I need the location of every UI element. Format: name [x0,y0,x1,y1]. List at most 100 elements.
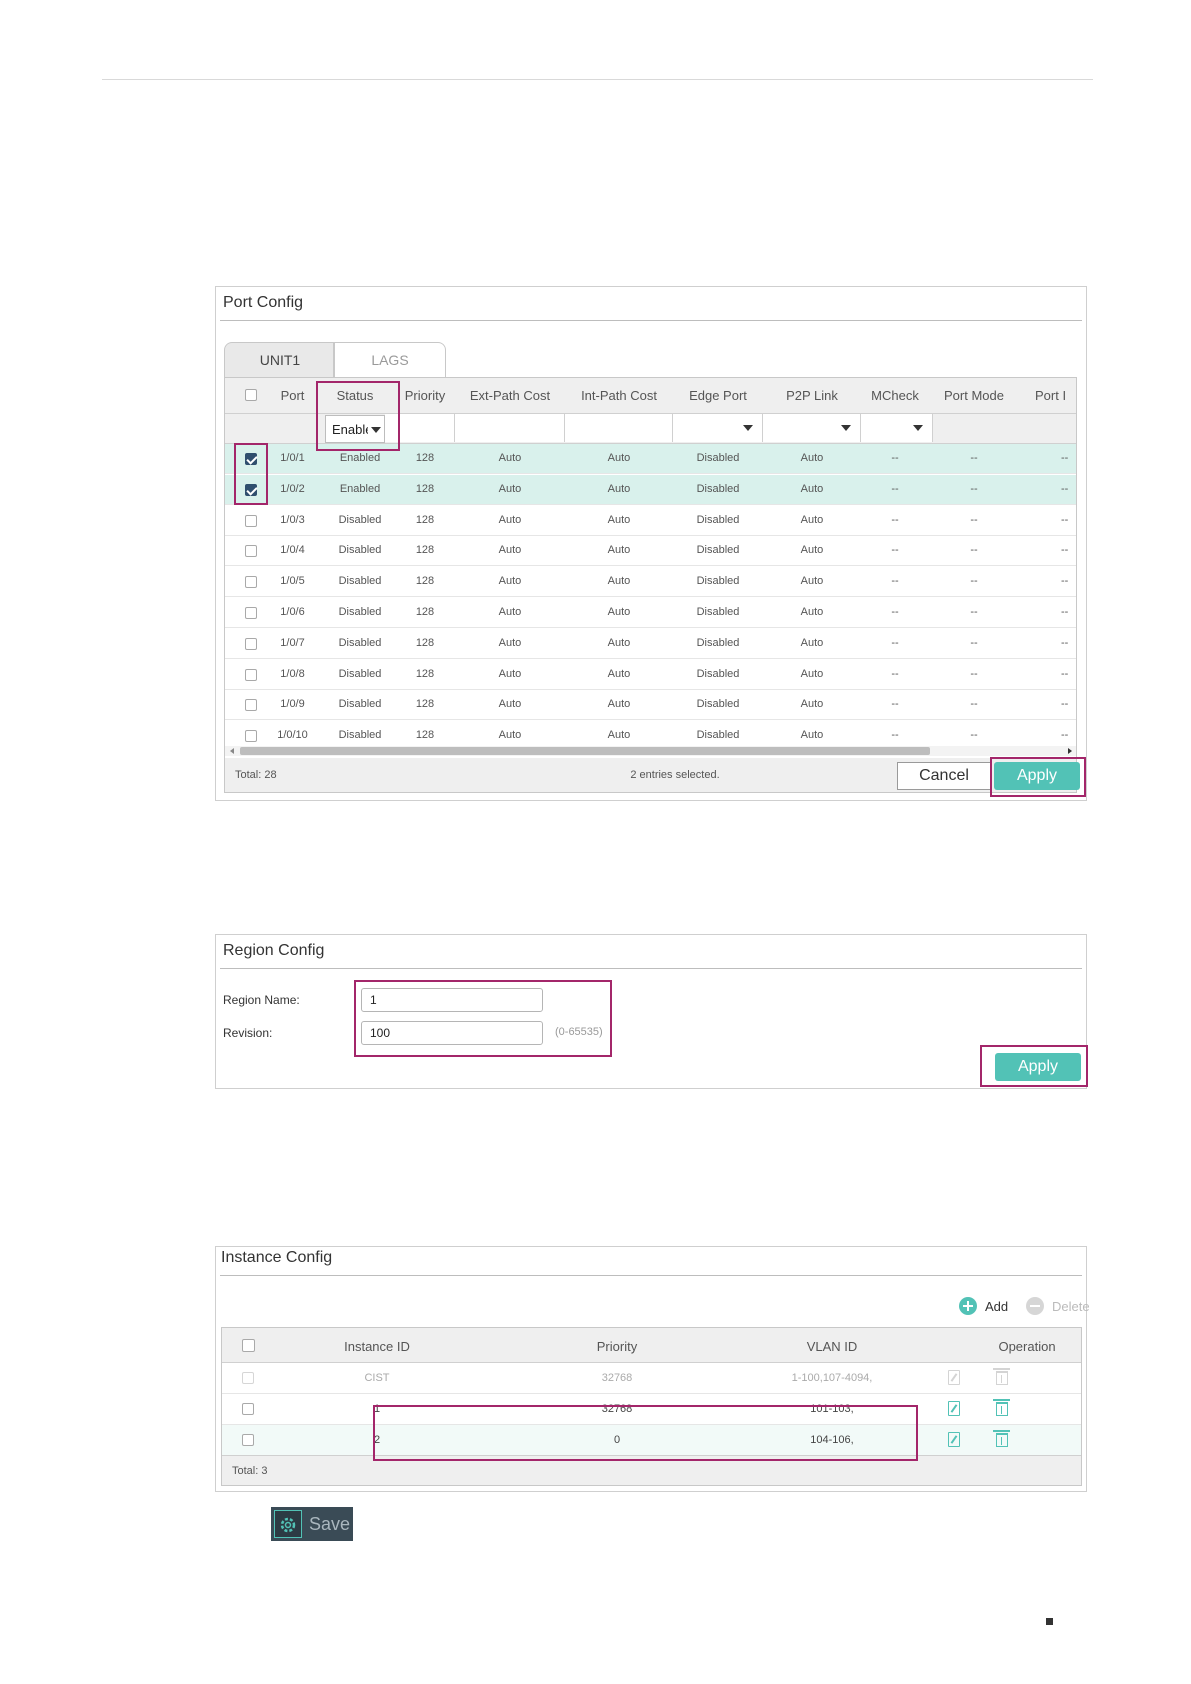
row-checkbox[interactable] [245,607,257,619]
add-instance-button[interactable]: Add [959,1295,1019,1317]
cell-status: Disabled [338,667,382,680]
cell-int: Auto [607,636,631,649]
edge-port-filter-select[interactable] [673,414,763,442]
delete-instance-button[interactable]: Delete [1026,1295,1090,1317]
save-button[interactable]: Save [271,1507,353,1541]
row-checkbox[interactable] [245,668,257,681]
col-header-instance-id: Instance ID [344,1339,410,1354]
cell-port: 1/0/2 [280,482,305,495]
scroll-right-arrow-icon[interactable] [1068,748,1072,754]
table-row[interactable]: 1/0/9 Disabled 128 Auto Auto Disabled Auto -- --… [225,690,1076,721]
cell-mcheck: -- [891,636,899,649]
cell-mode: -- [970,452,978,464]
cell-ext: Auto [498,667,522,680]
mcheck-filter-select[interactable] [861,414,933,442]
cell-priority: 32768 [601,1372,633,1384]
region-fields-highlight [354,980,612,1057]
scrollbar-thumb[interactable] [240,747,930,755]
cell-port: 1/0/7 [280,636,305,649]
row-checkbox[interactable] [245,699,257,712]
table-row[interactable]: 1/0/2 Enabled 128 Auto Auto Disabled Auto -- -- -… [225,474,1076,505]
cancel-button[interactable]: Cancel [897,762,991,790]
cell-port: 1/0/3 [280,513,305,526]
cell-status: Disabled [338,729,382,742]
region-config-panel: Region Config Region Name: Revision: (0-… [215,934,1088,1089]
cell-int: Auto [607,513,631,526]
cell-int: Auto [607,729,631,742]
table-row[interactable]: CIST 32768 1-100,107-4094, [222,1363,1081,1394]
cell-priority: 128 [415,513,435,526]
col-header-p2p-link: P2P Link [786,388,838,403]
table-row[interactable]: 1/0/7 Disabled 128 Auto Auto Disabled Auto -- --… [225,629,1076,659]
cell-port: 1/0/4 [280,544,305,557]
table-row[interactable]: 1/0/6 Disabled 128 Auto Auto Disabled Auto -- --… [225,598,1076,628]
trash-icon [993,1368,1010,1385]
cell-edge: Disabled [696,513,740,526]
cell-edge: Disabled [696,575,740,588]
cell-status: Disabled [338,575,382,588]
delete-label: Delete [1052,1299,1090,1314]
cell-id: CIST [364,1372,390,1384]
cell-priority: 128 [415,729,435,742]
row-checkbox[interactable] [245,576,257,589]
cell-mode: -- [970,513,978,526]
tab-unit1[interactable]: UNIT1 [224,342,334,378]
tab-lags[interactable]: LAGS [334,342,446,378]
col-header-edge-port: Edge Port [689,388,747,403]
page-marker [1046,1618,1053,1625]
cell-edge: Disabled [696,482,740,495]
edit-icon[interactable] [948,1432,960,1447]
chevron-down-icon [841,425,851,431]
cell-role: -- [1061,729,1069,742]
ext-path-cost-filter-input[interactable] [455,414,565,442]
trash-icon[interactable] [993,1399,1010,1416]
p2p-link-filter-select[interactable] [763,414,861,442]
cell-role: -- [1061,636,1069,649]
cell-status: Disabled [338,606,382,618]
row-checkbox [242,1372,254,1384]
scroll-left-arrow-icon[interactable] [230,748,234,754]
cell-mode: -- [970,606,978,618]
instance-select-all-checkbox[interactable] [242,1339,255,1352]
edit-icon[interactable] [948,1401,960,1416]
cell-priority: 128 [415,698,435,711]
trash-icon[interactable] [993,1430,1010,1447]
cell-ext: Auto [498,575,522,588]
cell-ext: Auto [498,482,522,495]
col-header-priority: Priority [404,388,446,403]
cell-p2p: Auto [800,698,824,711]
cell-mode: -- [970,698,978,711]
table-row[interactable]: 1/0/4 Disabled 128 Auto Auto Disabled Auto -- --… [225,536,1076,567]
cell-p2p: Auto [800,636,824,649]
row-checkbox[interactable] [245,730,257,743]
table-row[interactable]: 1/0/5 Disabled 128 Auto Auto Disabled Auto -- --… [225,567,1076,598]
select-all-checkbox[interactable] [245,389,257,401]
cell-port: 1/0/8 [280,667,305,680]
cell-p2p: Auto [800,513,824,526]
cell-ext: Auto [498,729,522,742]
cell-int: Auto [607,667,631,680]
row-checkbox[interactable] [245,637,257,650]
row-checkbox[interactable] [245,545,257,558]
horizontal-scrollbar[interactable] [225,746,1076,756]
row-checkbox[interactable] [245,514,257,527]
col-header-vlan-id: VLAN ID [806,1339,858,1354]
table-row[interactable]: 1/0/3 Disabled 128 Auto Auto Disabled Auto -- --… [225,506,1076,536]
row-checkbox[interactable] [242,1403,254,1415]
cell-int: Auto [607,606,631,618]
cell-edge: Disabled [696,729,740,742]
cell-port: 1/0/9 [280,698,305,711]
cell-mcheck: -- [891,698,899,711]
entries-selected-status: 2 entries selected. [630,769,720,781]
col-header-port-role: Port I [1035,388,1067,403]
cell-mode: -- [970,729,978,742]
instance-config-panel: Instance Config Add Delete Instance ID P… [215,1246,1090,1492]
table-row[interactable]: 1/0/8 Disabled 128 Auto Auto Disabled Auto -- --… [225,660,1076,690]
cell-p2p: Auto [800,482,824,495]
cell-status: Disabled [338,698,382,711]
row-checkbox[interactable] [242,1434,254,1446]
col-header-priority: Priority [596,1339,638,1354]
cell-int: Auto [607,482,631,495]
int-path-cost-filter-input[interactable] [565,414,673,442]
cell-mcheck: -- [891,667,899,680]
